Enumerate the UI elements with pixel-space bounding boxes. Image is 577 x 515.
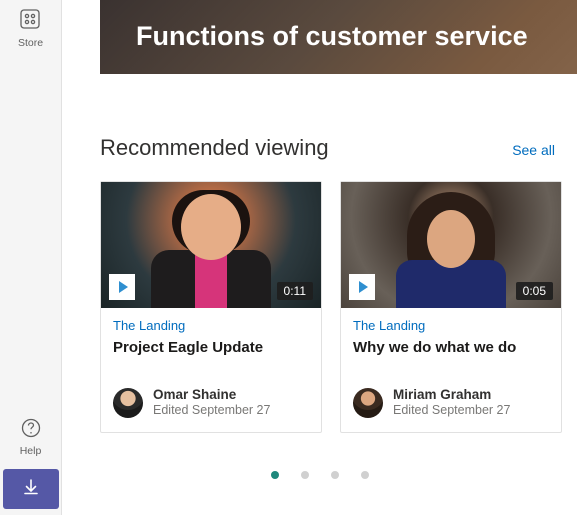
video-card[interactable]: 0:05 The Landing Why we do what we do Mi… (340, 181, 562, 433)
video-title: Why we do what we do (353, 339, 549, 377)
avatar (113, 388, 143, 418)
main-content: Functions of customer service Recommende… (62, 0, 577, 515)
sidebar-label-store: Store (18, 37, 43, 49)
site-link[interactable]: The Landing (353, 318, 549, 333)
edited-date: Edited September 27 (393, 403, 510, 418)
download-button[interactable] (3, 469, 59, 509)
carousel-dots (271, 471, 369, 479)
card-body: The Landing Project Eagle Update Omar Sh… (101, 308, 321, 432)
person-image (151, 194, 271, 308)
section-title: Recommended viewing (100, 135, 329, 161)
person-image (391, 194, 511, 308)
hero-banner[interactable]: Functions of customer service (100, 0, 577, 74)
store-icon (19, 8, 41, 35)
carousel-dot[interactable] (331, 471, 339, 479)
author-meta: Miriam Graham Edited September 27 (393, 387, 510, 418)
card-body: The Landing Why we do what we do Miriam … (341, 308, 561, 432)
author-row: Miriam Graham Edited September 27 (353, 387, 549, 418)
section-header: Recommended viewing See all (100, 135, 577, 161)
video-thumbnail: 0:11 (101, 182, 321, 308)
app-root: Store Help (0, 0, 577, 515)
play-icon (109, 274, 135, 300)
download-icon (21, 477, 41, 502)
see-all-link[interactable]: See all (512, 142, 555, 158)
sidebar-item-store[interactable]: Store (18, 4, 43, 53)
site-link[interactable]: The Landing (113, 318, 309, 333)
sidebar-item-help[interactable]: Help (0, 414, 61, 461)
carousel-dot[interactable] (271, 471, 279, 479)
play-icon (349, 274, 375, 300)
left-sidebar: Store Help (0, 0, 62, 515)
author-meta: Omar Shaine Edited September 27 (153, 387, 270, 418)
duration-badge: 0:11 (277, 282, 313, 300)
duration-badge: 0:05 (516, 282, 553, 300)
sidebar-bottom: Help (0, 414, 61, 515)
sidebar-label-help: Help (20, 445, 42, 457)
help-icon (21, 418, 41, 443)
video-thumbnail: 0:05 (341, 182, 561, 308)
card-row: 0:11 The Landing Project Eagle Update Om… (100, 181, 577, 433)
sidebar-top: Store (18, 0, 43, 53)
carousel-dot[interactable] (361, 471, 369, 479)
recommended-section: Recommended viewing See all 0:11 The Lan… (100, 135, 577, 433)
video-title: Project Eagle Update (113, 339, 309, 377)
edited-date: Edited September 27 (153, 403, 270, 418)
hero-title: Functions of customer service (136, 21, 528, 52)
carousel-dot[interactable] (301, 471, 309, 479)
author-row: Omar Shaine Edited September 27 (113, 387, 309, 418)
author-name: Miriam Graham (393, 387, 510, 403)
avatar (353, 388, 383, 418)
video-card[interactable]: 0:11 The Landing Project Eagle Update Om… (100, 181, 322, 433)
author-name: Omar Shaine (153, 387, 270, 403)
